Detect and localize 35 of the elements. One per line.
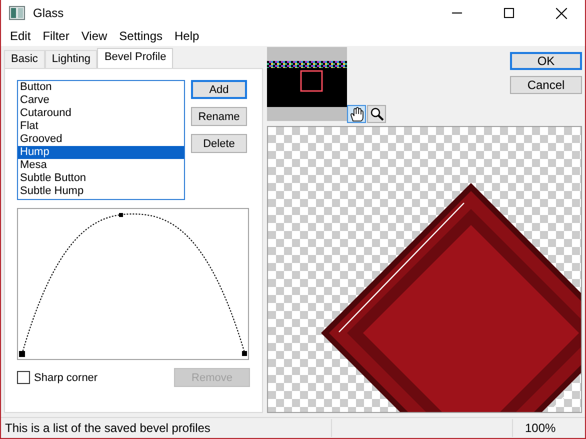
list-item[interactable]: Subtle Button: [18, 172, 184, 185]
tab[interactable]: Basic: [4, 50, 45, 68]
list-item[interactable]: Grooved: [18, 133, 184, 146]
list-item[interactable]: Button: [18, 81, 184, 94]
menu-item[interactable]: View: [75, 29, 114, 43]
app-icon: [9, 6, 25, 20]
sharp-corner-checkbox[interactable]: [17, 371, 30, 384]
thumbnail-drawing[interactable]: [267, 47, 347, 121]
list-item[interactable]: Cutaround: [18, 107, 184, 120]
list-item[interactable]: Flat: [18, 120, 184, 133]
maximize-icon[interactable]: [504, 8, 514, 18]
zoom-level: 100%: [524, 421, 556, 435]
menu-item[interactable]: Help: [168, 29, 206, 43]
checkbox-label: Sharp corner: [34, 372, 98, 384]
search-icon[interactable]: [367, 105, 386, 123]
menu-item[interactable]: Settings: [113, 29, 169, 43]
menu-item[interactable]: Edit: [4, 29, 37, 43]
tab[interactable]: Bevel Profile: [97, 48, 174, 68]
profile-button[interactable]: Add: [191, 80, 247, 99]
list-item[interactable]: Hump: [18, 146, 184, 159]
tab[interactable]: Lighting: [44, 50, 98, 68]
list-item[interactable]: Mesa: [18, 159, 184, 172]
menu-item[interactable]: Filter: [36, 29, 76, 43]
dialog-button[interactable]: Cancel: [510, 76, 582, 94]
profile-list[interactable]: Button Carve Cutaround Flat Grooved Hump Mesa Subtle Button Subtle Hump: [17, 80, 185, 200]
list-item[interactable]: Carve: [18, 94, 184, 107]
list-item[interactable]: Subtle Hump: [18, 185, 184, 198]
dialog-button[interactable]: OK: [510, 52, 582, 70]
preview-canvas[interactable]: [267, 126, 582, 413]
window-title: Glass: [33, 6, 64, 20]
profile-button[interactable]: Rename: [191, 107, 247, 126]
status-text: This is a list of the saved bevel profiles: [4, 421, 212, 435]
hand-icon[interactable]: [347, 105, 366, 123]
close-icon[interactable]: [556, 8, 567, 18]
profile-button[interactable]: Delete: [191, 134, 247, 153]
